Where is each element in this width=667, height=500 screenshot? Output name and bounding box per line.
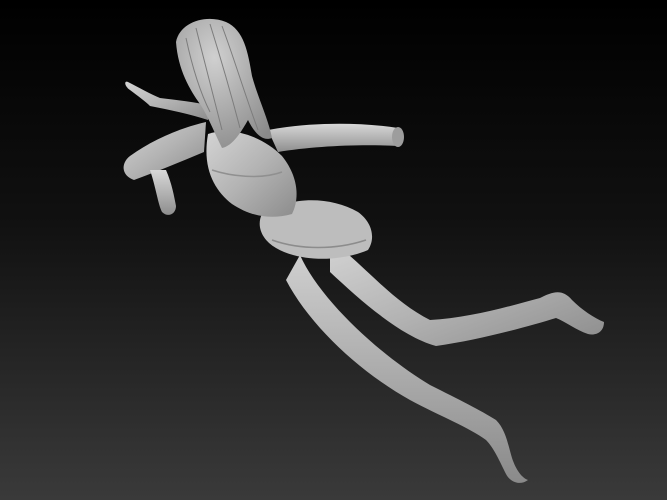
pool-noodle-back bbox=[268, 123, 403, 152]
leg-far bbox=[286, 255, 528, 483]
sculpt-viewport[interactable] bbox=[0, 0, 667, 500]
pool-noodle-front bbox=[150, 170, 176, 215]
leg-near bbox=[330, 240, 604, 346]
sculpt-model[interactable] bbox=[0, 0, 667, 500]
